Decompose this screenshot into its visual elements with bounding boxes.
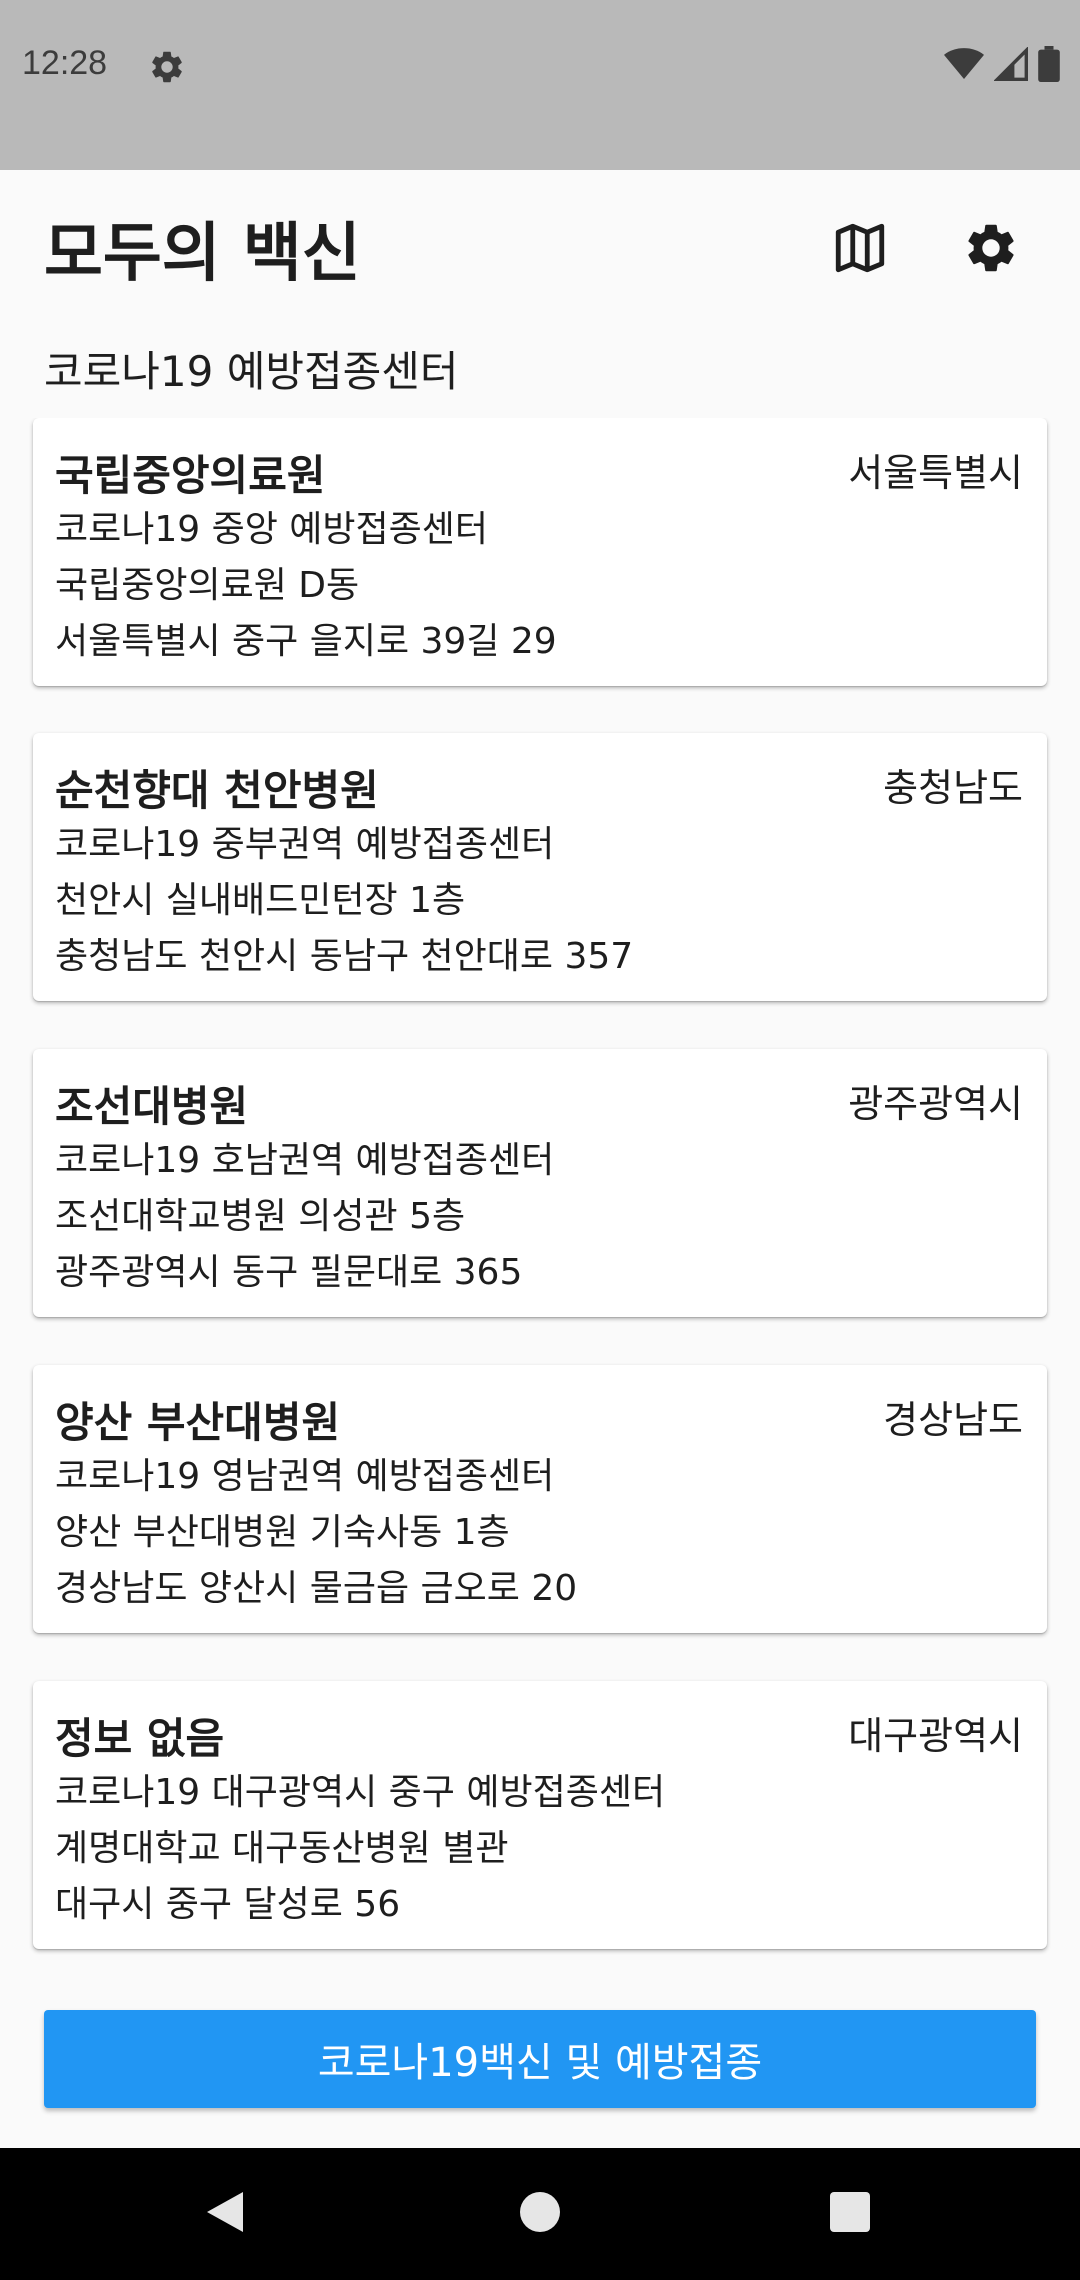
section-title: 코로나19 예방접종센터 [44, 347, 459, 396]
center-name: 국립중앙의료원 [55, 451, 326, 500]
wifi-icon [944, 47, 984, 85]
app-bar: 모두의 백신 [0, 170, 1080, 330]
center-name: 양산 부산대병원 [55, 1398, 341, 1447]
recents-button[interactable] [810, 2178, 890, 2250]
center-facility: 국립중앙의료원 D동 [55, 565, 360, 606]
map-icon [831, 219, 889, 281]
center-card[interactable]: 순천향대 천안병원 충청남도 코로나19 중부권역 예방접종센터 천안시 실내배… [33, 733, 1047, 1001]
app-title: 모두의 백신 [44, 217, 361, 291]
center-name: 조선대병원 [55, 1082, 249, 1131]
center-name: 정보 없음 [55, 1714, 225, 1763]
center-title: 코로나19 중부권역 예방접종센터 [55, 824, 555, 865]
home-button[interactable] [500, 2178, 580, 2250]
settings-button[interactable] [951, 210, 1031, 290]
status-time: 12:28 [22, 44, 108, 82]
center-region: 광주광역시 [848, 1082, 1023, 1126]
center-region: 서울특별시 [848, 451, 1023, 495]
navigation-bar [0, 2148, 1080, 2280]
center-facility: 계명대학교 대구동산병원 별관 [55, 1828, 509, 1869]
center-address: 광주광역시 동구 필문대로 365 [55, 1252, 523, 1293]
center-card[interactable]: 정보 없음 대구광역시 코로나19 대구광역시 중구 예방접종센터 계명대학교 … [33, 1681, 1047, 1949]
center-address: 충청남도 천안시 동남구 천안대로 357 [55, 936, 634, 977]
center-name: 순천향대 천안병원 [55, 766, 379, 815]
center-card[interactable]: 국립중앙의료원 서울특별시 코로나19 중앙 예방접종센터 국립중앙의료원 D동… [33, 418, 1047, 686]
vaccine-info-button[interactable]: 코로나19백신 및 예방접종 [44, 2010, 1036, 2108]
center-facility: 천안시 실내배드민턴장 1층 [55, 880, 466, 921]
center-address: 경상남도 양산시 물금읍 금오로 20 [55, 1568, 578, 1609]
back-button[interactable] [185, 2178, 265, 2250]
center-region: 경상남도 [883, 1398, 1023, 1442]
center-card[interactable]: 조선대병원 광주광역시 코로나19 호남권역 예방접종센터 조선대학교병원 의성… [33, 1049, 1047, 1317]
gear-icon [148, 48, 186, 86]
map-button[interactable] [820, 210, 900, 290]
center-region: 대구광역시 [848, 1714, 1023, 1758]
center-facility: 양산 부산대병원 기숙사동 1층 [55, 1512, 510, 1553]
center-address: 서울특별시 중구 을지로 39길 29 [55, 621, 557, 662]
battery-icon [1038, 46, 1060, 86]
center-address: 대구시 중구 달성로 56 [55, 1884, 401, 1925]
center-title: 코로나19 대구광역시 중구 예방접종센터 [55, 1772, 666, 1813]
center-list[interactable]: 국립중앙의료원 서울특별시 코로나19 중앙 예방접종센터 국립중앙의료원 D동… [0, 418, 1080, 1958]
center-title: 코로나19 호남권역 예방접종센터 [55, 1140, 555, 1181]
gear-icon [962, 219, 1020, 281]
home-icon [518, 2190, 562, 2238]
center-card[interactable]: 양산 부산대병원 경상남도 코로나19 영남권역 예방접종센터 양산 부산대병원… [33, 1365, 1047, 1633]
center-region: 충청남도 [883, 766, 1023, 810]
center-title: 코로나19 영남권역 예방접종센터 [55, 1456, 555, 1497]
signal-icon [993, 46, 1028, 85]
status-bar: 12:28 [0, 0, 1080, 170]
back-icon [203, 2188, 247, 2240]
center-facility: 조선대학교병원 의성관 5층 [55, 1196, 466, 1237]
center-title: 코로나19 중앙 예방접종센터 [55, 509, 489, 550]
recents-icon [828, 2190, 872, 2238]
status-icons [944, 46, 1060, 86]
